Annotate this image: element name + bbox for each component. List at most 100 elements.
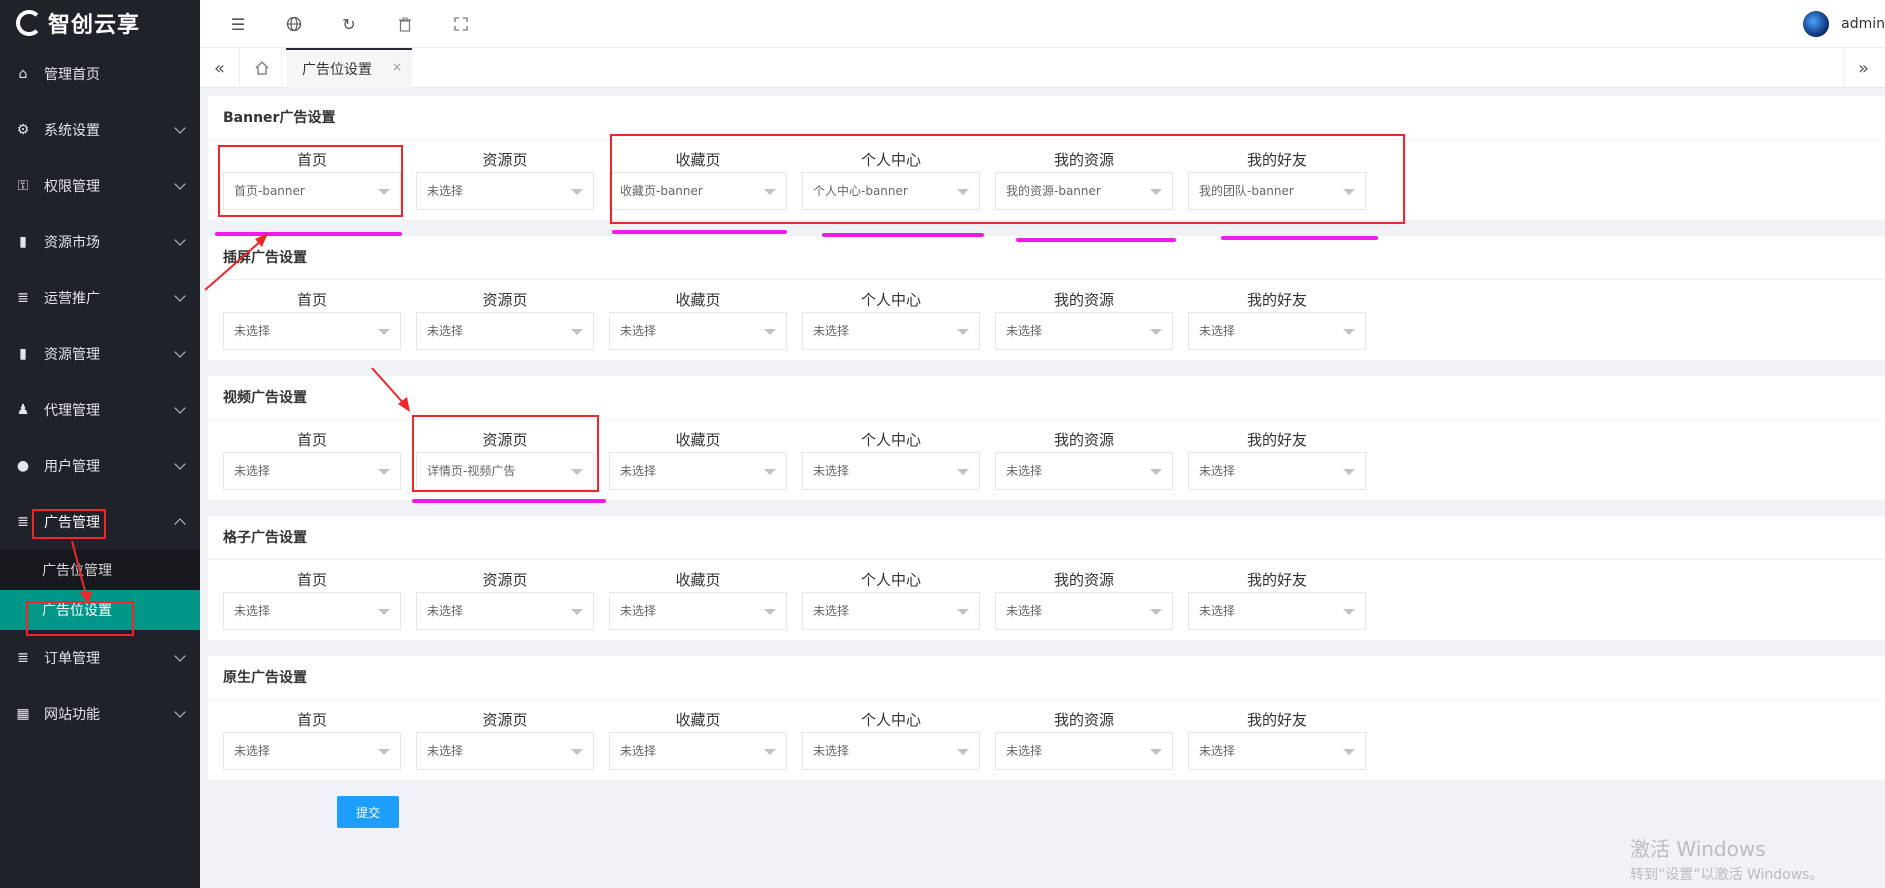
sidebar-item-9[interactable]: ≣ 订单管理	[0, 630, 200, 686]
caret-down-icon	[1343, 329, 1355, 335]
sidebar-item-3[interactable]: ▮ 资源市场	[0, 214, 200, 270]
watermark-line1: 激活 Windows	[1630, 837, 1766, 861]
indent-icon[interactable]: ☰	[228, 14, 248, 34]
user-icon: ●	[16, 458, 30, 474]
ad-select[interactable]: 未选择	[223, 312, 401, 350]
annotation-box-home-banner	[218, 145, 403, 217]
sidebar-item-label: 资源管理	[44, 347, 100, 363]
ad-select[interactable]: 未选择	[416, 592, 594, 630]
select-value: 未选择	[234, 324, 271, 338]
ad-select[interactable]: 未选择	[609, 452, 787, 490]
ad-select[interactable]: 未选择	[802, 452, 980, 490]
caret-down-icon	[571, 609, 583, 615]
select-value: 未选择	[1006, 324, 1043, 338]
logo[interactable]: 智创云享	[0, 0, 200, 46]
ad-select[interactable]: 未选择	[1188, 732, 1366, 770]
ad-select[interactable]: 未选择	[995, 592, 1173, 630]
ad-select[interactable]: 未选择	[609, 312, 787, 350]
field-label: 资源页	[482, 151, 528, 169]
refresh-icon[interactable]: ↻	[339, 14, 359, 34]
ad-select[interactable]: 未选择	[1188, 452, 1366, 490]
fullscreen-icon[interactable]	[451, 14, 471, 34]
select-value: 未选择	[813, 604, 850, 618]
ad-select[interactable]: 未选择	[609, 592, 787, 630]
ad-select[interactable]: 未选择	[995, 312, 1173, 350]
list-icon: ≣	[17, 514, 29, 530]
chevron-down-icon	[174, 650, 186, 662]
field-label: 收藏页	[675, 291, 721, 309]
sidebar-item-1[interactable]: ⚙ 系统设置	[0, 102, 200, 158]
select-value: 未选择	[813, 744, 850, 758]
ad-select[interactable]: 未选择	[995, 452, 1173, 490]
ad-select[interactable]: 未选择	[1188, 592, 1366, 630]
submit-button[interactable]: 提交	[337, 796, 399, 828]
sidebar-item-7[interactable]: ● 用户管理	[0, 438, 200, 494]
field-label: 收藏页	[675, 571, 721, 589]
ad-select[interactable]: 未选择	[223, 732, 401, 770]
ad-select[interactable]: 未选择	[1188, 312, 1366, 350]
watermark-line2: 转到“设置”以激活 Windows。	[1630, 867, 1824, 883]
select-value: 未选择	[427, 324, 464, 338]
ad-select[interactable]: 未选择	[802, 732, 980, 770]
ad-field: 我的好友 未选择	[1188, 420, 1366, 490]
ad-select[interactable]: 未选择	[609, 732, 787, 770]
ad-field: 资源页未选择	[416, 280, 594, 350]
select-value: 未选择	[234, 464, 271, 478]
caret-down-icon	[1343, 609, 1355, 615]
user-menu[interactable]: admin	[1803, 11, 1885, 37]
ad-select[interactable]: 未选择	[802, 592, 980, 630]
ad-field: 首页 未选择	[223, 700, 401, 770]
select-value: 未选择	[234, 744, 271, 758]
ad-select[interactable]: 未选择	[223, 452, 401, 490]
select-value: 未选择	[813, 464, 850, 478]
sidebar-item-4[interactable]: ≣ 运营推广	[0, 270, 200, 326]
field-label: 我的资源	[1053, 431, 1114, 449]
field-label: 首页	[296, 291, 327, 309]
ad-field: 资源页 未选择	[416, 140, 594, 210]
ad-select[interactable]: 未选择	[416, 732, 594, 770]
sidebar-item-2[interactable]: ⚿ 权限管理	[0, 158, 200, 214]
sidebar-item-label: 用户管理	[44, 459, 100, 475]
caret-down-icon	[764, 469, 776, 475]
sidebar-item-label: 网站功能	[44, 707, 100, 723]
select-value: 未选择	[1199, 744, 1236, 758]
ad-field: 我的资源 未选择	[995, 560, 1173, 630]
tabs-scroll-right-icon[interactable]: »	[1843, 48, 1883, 88]
field-label: 收藏页	[675, 431, 721, 449]
sidebar: 智创云享 ⌂ 管理首页 ⚙ 系统设置 ⚿ 权限管理 ▮ 资源市场 ≣ 运营推广 ▮ 资源管理 ♟ 代理管理…	[0, 0, 200, 888]
book-icon: ▮	[19, 346, 27, 362]
close-icon[interactable]: ×	[392, 60, 402, 74]
ad-select[interactable]: 未选择	[416, 172, 594, 210]
sidebar-item-6[interactable]: ♟ 代理管理	[0, 382, 200, 438]
logo-icon	[16, 10, 42, 36]
top-header: ☰ ↻ admin	[200, 0, 1885, 48]
submenu-item-0[interactable]: 广告位管理	[0, 550, 200, 590]
caret-down-icon	[957, 329, 969, 335]
field-label: 我的资源	[1053, 711, 1114, 729]
home-tab-icon[interactable]	[242, 48, 282, 88]
chevron-down-icon	[174, 290, 186, 302]
tabs-scroll-left-icon[interactable]: «	[200, 48, 240, 88]
trash-icon[interactable]	[395, 14, 415, 34]
field-label: 我的好友	[1246, 571, 1307, 589]
globe-icon[interactable]	[284, 14, 304, 34]
ad-select[interactable]: 未选择	[416, 312, 594, 350]
section-title: 插屏广告设置	[208, 236, 1885, 280]
ad-select[interactable]: 未选择	[995, 732, 1173, 770]
sidebar-item-5[interactable]: ▮ 资源管理	[0, 326, 200, 382]
ad-select[interactable]: 未选择	[223, 592, 401, 630]
ad-select[interactable]: 未选择	[802, 312, 980, 350]
caret-down-icon	[764, 609, 776, 615]
caret-down-icon	[571, 189, 583, 195]
caret-down-icon	[1150, 609, 1162, 615]
chevron-down-icon	[174, 122, 186, 134]
ad-field: 个人中心 未选择	[802, 420, 980, 490]
sidebar-item-10[interactable]: ▦ 网站功能	[0, 686, 200, 742]
field-label: 资源页	[482, 291, 528, 309]
home-icon: ⌂	[18, 66, 28, 82]
field-label: 个人中心	[860, 291, 921, 309]
tab-ad-settings[interactable]: 广告位设置 ×	[286, 48, 412, 88]
sidebar-item-0[interactable]: ⌂ 管理首页	[0, 46, 200, 102]
ad-field: 资源页 未选择	[416, 700, 594, 770]
annotation-box-ad-menu	[32, 509, 106, 539]
